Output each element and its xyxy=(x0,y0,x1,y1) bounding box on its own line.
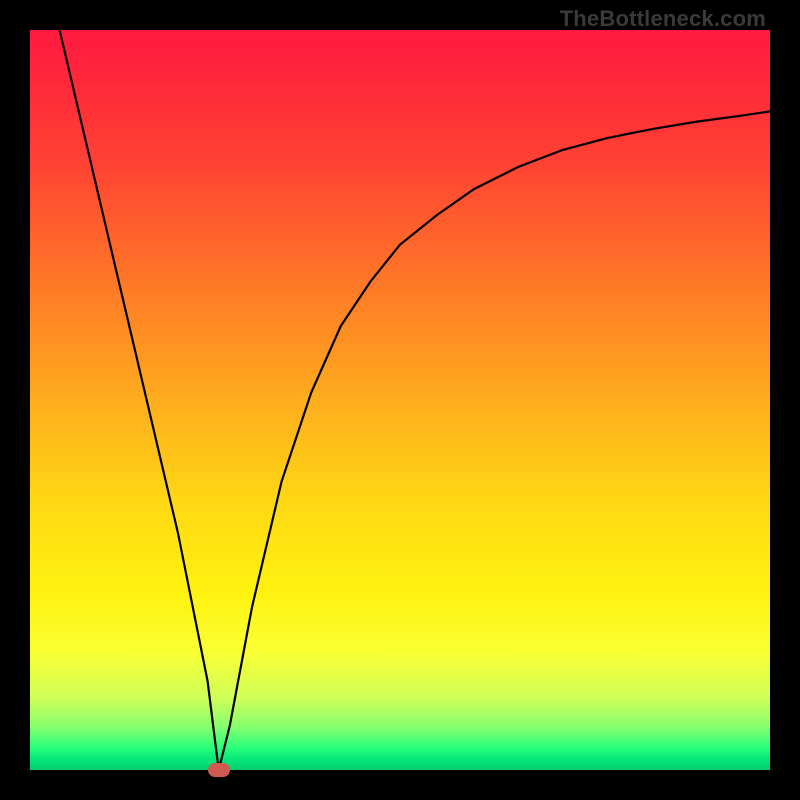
chart-container: TheBottleneck.com xyxy=(0,0,800,800)
bottleneck-curve xyxy=(60,30,770,770)
minimum-marker xyxy=(208,763,230,777)
curve-layer xyxy=(30,30,770,770)
watermark-text: TheBottleneck.com xyxy=(560,6,766,32)
